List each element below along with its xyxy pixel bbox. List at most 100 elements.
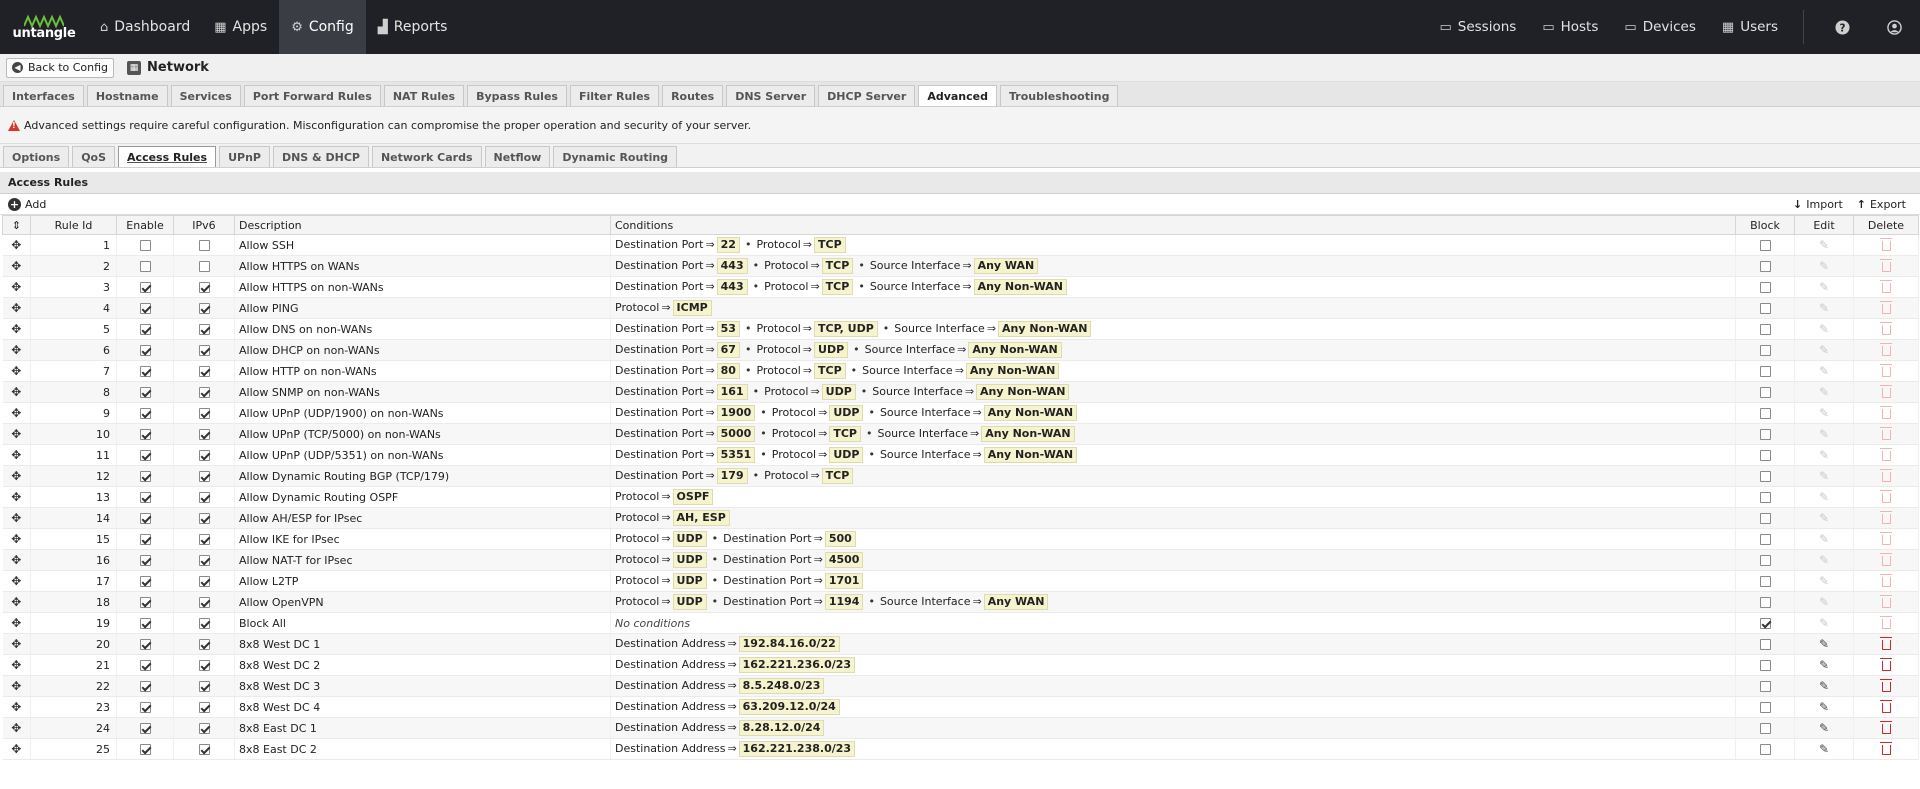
ipv6-checkbox[interactable] <box>198 618 210 629</box>
enable-checkbox[interactable] <box>139 450 151 461</box>
block-checkbox[interactable] <box>1759 240 1771 251</box>
ipv6-checkbox[interactable] <box>198 345 210 356</box>
export-button[interactable]: ↑ Export <box>1857 198 1906 211</box>
drag-handle[interactable]: ✥ <box>2 444 31 466</box>
block-checkbox[interactable] <box>1759 282 1771 293</box>
rule-id-header[interactable]: Rule Id <box>30 215 117 235</box>
pencil-icon[interactable]: ✎ <box>1819 721 1829 735</box>
enable-checkbox[interactable] <box>139 429 151 440</box>
block-checkbox[interactable] <box>1759 597 1771 608</box>
drag-handle[interactable]: ✥ <box>2 675 31 697</box>
nav-dashboard[interactable]: ⌂ Dashboard <box>88 0 202 54</box>
enable-checkbox[interactable] <box>139 660 151 671</box>
table-row[interactable]: ✥ 14 Allow AH/ESP for IPsec Protocol ⇒ AH, ES… <box>2 507 1919 529</box>
nav-hosts[interactable]: ▭ Hosts <box>1529 0 1611 54</box>
drag-handle[interactable]: ✥ <box>2 654 31 676</box>
drag-handle[interactable]: ✥ <box>2 528 31 550</box>
ipv6-checkbox[interactable] <box>198 576 210 587</box>
tab-services[interactable]: Services <box>170 85 241 106</box>
tab-filter-rules[interactable]: Filter Rules <box>569 85 660 106</box>
tab-dhcp-server[interactable]: DHCP Server <box>818 85 916 106</box>
ipv6-checkbox[interactable] <box>198 681 210 692</box>
trash-icon[interactable] <box>1879 636 1892 650</box>
logo[interactable]: untangle <box>0 0 88 54</box>
drag-handle[interactable]: ✥ <box>2 696 31 718</box>
ipv6-checkbox[interactable] <box>198 597 210 608</box>
block-checkbox[interactable] <box>1759 471 1771 482</box>
table-row[interactable]: ✥ 17 Allow L2TP Protocol ⇒ UDP • Destination Po… <box>2 570 1919 592</box>
block-checkbox[interactable] <box>1759 576 1771 587</box>
table-row[interactable]: ✥ 13 Allow Dynamic Routing OSPF Protocol ⇒ OS… <box>2 486 1919 508</box>
table-row[interactable]: ✥ 10 Allow UPnP (TCP/5000) on non-WANs Dest… <box>2 423 1919 445</box>
enable-checkbox[interactable] <box>139 282 151 293</box>
block-checkbox[interactable] <box>1759 492 1771 503</box>
ipv6-checkbox[interactable] <box>198 387 210 398</box>
drag-handle[interactable]: ✥ <box>2 633 31 655</box>
table-row[interactable]: ✥ 9 Allow UPnP (UDP/1900) on non-WANs Desti… <box>2 402 1919 424</box>
enable-checkbox[interactable] <box>139 303 151 314</box>
table-row[interactable]: ✥ 5 Allow DNS on non-WANs Destination Port ⇒… <box>2 318 1919 340</box>
enable-checkbox[interactable] <box>139 471 151 482</box>
drag-handle[interactable]: ✥ <box>2 423 31 445</box>
ipv6-checkbox[interactable] <box>198 303 210 314</box>
table-row[interactable]: ✥ 24 8x8 East DC 1 Destination Address ⇒ 8.28… <box>2 717 1919 739</box>
enable-checkbox[interactable] <box>139 618 151 629</box>
nav-users[interactable]: ▦ Users <box>1709 0 1791 54</box>
help-icon[interactable]: ? <box>1816 0 1868 54</box>
enable-checkbox[interactable] <box>139 639 151 650</box>
drag-handle[interactable]: ✥ <box>2 486 31 508</box>
tab-routes[interactable]: Routes <box>662 85 724 106</box>
enable-checkbox[interactable] <box>139 744 151 755</box>
enable-header[interactable]: Enable <box>116 215 174 235</box>
drag-handle[interactable]: ✥ <box>2 276 31 298</box>
table-row[interactable]: ✥ 7 Allow HTTP on non-WANs Destination Port… <box>2 360 1919 382</box>
enable-checkbox[interactable] <box>139 408 151 419</box>
drag-handle[interactable]: ✥ <box>2 255 31 277</box>
block-checkbox[interactable] <box>1759 324 1771 335</box>
drag-handle[interactable]: ✥ <box>2 360 31 382</box>
block-checkbox[interactable] <box>1759 303 1771 314</box>
block-checkbox[interactable] <box>1759 345 1771 356</box>
ipv6-checkbox[interactable] <box>198 660 210 671</box>
ipv6-checkbox[interactable] <box>198 240 210 251</box>
enable-checkbox[interactable] <box>139 597 151 608</box>
drag-handle[interactable]: ✥ <box>2 507 31 529</box>
table-row[interactable]: ✥ 22 8x8 West DC 3 Destination Address ⇒ 8.5.… <box>2 675 1919 697</box>
tab-nat-rules[interactable]: NAT Rules <box>383 85 465 106</box>
subtab-netflow[interactable]: Netflow <box>484 146 551 167</box>
enable-checkbox[interactable] <box>139 261 151 272</box>
drag-handle[interactable]: ✥ <box>2 318 31 340</box>
block-checkbox[interactable] <box>1759 408 1771 419</box>
drag-handle[interactable]: ✥ <box>2 738 31 760</box>
block-checkbox[interactable] <box>1759 429 1771 440</box>
drag-handle[interactable]: ✥ <box>2 339 31 361</box>
block-checkbox[interactable] <box>1759 450 1771 461</box>
ipv6-checkbox[interactable] <box>198 408 210 419</box>
drag-handle[interactable]: ✥ <box>2 549 31 571</box>
block-checkbox[interactable] <box>1759 618 1771 629</box>
nav-sessions[interactable]: ▭ Sessions <box>1426 0 1529 54</box>
reorder-column-header[interactable]: ⇕ <box>2 215 31 235</box>
enable-checkbox[interactable] <box>139 492 151 503</box>
tab-hostname[interactable]: Hostname <box>86 85 168 106</box>
table-row[interactable]: ✥ 1 Allow SSH Destination Port ⇒ 22 • Protocol ⇒… <box>2 234 1919 256</box>
enable-checkbox[interactable] <box>139 324 151 335</box>
ipv6-checkbox[interactable] <box>198 534 210 545</box>
block-checkbox[interactable] <box>1759 660 1771 671</box>
ipv6-checkbox[interactable] <box>198 723 210 734</box>
trash-icon[interactable] <box>1879 678 1892 692</box>
enable-checkbox[interactable] <box>139 513 151 524</box>
tab-interfaces[interactable]: Interfaces <box>3 85 84 106</box>
subtab-dynamic-routing[interactable]: Dynamic Routing <box>553 146 678 167</box>
conditions-header[interactable]: Conditions <box>610 215 1736 235</box>
add-button[interactable]: + Add <box>8 197 46 211</box>
tab-troubleshooting[interactable]: Troubleshooting <box>1000 85 1119 106</box>
table-row[interactable]: ✥ 6 Allow DHCP on non-WANs Destination Port… <box>2 339 1919 361</box>
subtab-access-rules[interactable]: Access Rules <box>118 146 217 167</box>
subtab-qos[interactable]: QoS <box>72 146 116 167</box>
drag-handle[interactable]: ✥ <box>2 234 31 256</box>
block-checkbox[interactable] <box>1759 723 1771 734</box>
edit-header[interactable]: Edit <box>1794 215 1854 235</box>
nav-apps[interactable]: ▦ Apps <box>202 0 279 54</box>
table-row[interactable]: ✥ 12 Allow Dynamic Routing BGP (TCP/179) De… <box>2 465 1919 487</box>
